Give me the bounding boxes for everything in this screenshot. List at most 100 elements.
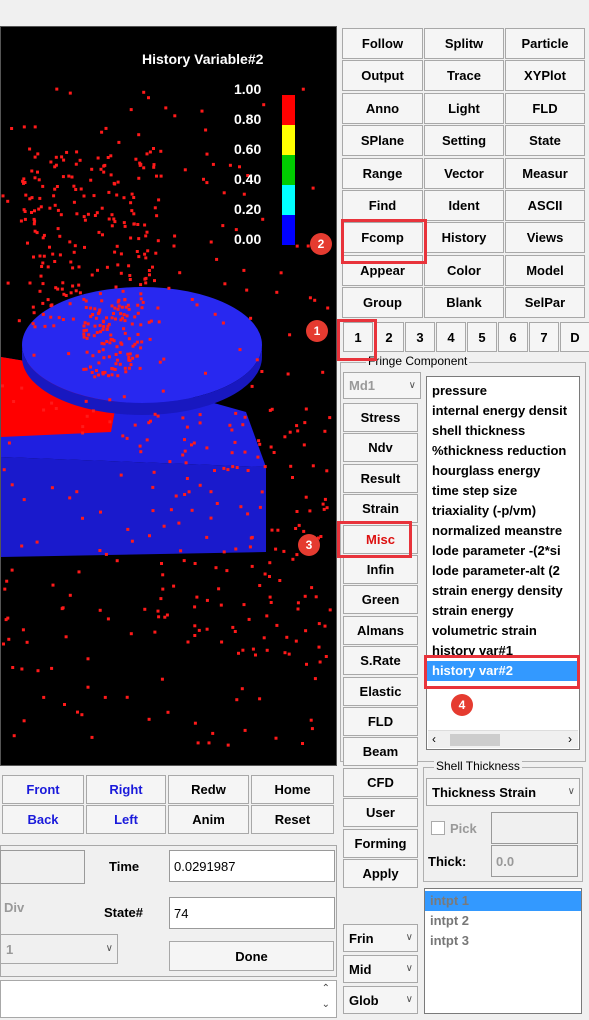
splitw-button[interactable]: Splitw [424,28,504,59]
done-button[interactable]: Done [169,941,334,971]
anno-button[interactable]: Anno [342,92,423,124]
selpar-button[interactable]: SelPar [505,287,585,319]
page-tab-6[interactable]: 6 [498,322,528,352]
page-tab-2[interactable]: 2 [374,322,404,352]
component-item-hourglass-energy[interactable]: hourglass energy [427,461,579,481]
front-view-button[interactable]: Front [2,775,84,804]
almans-button[interactable]: Almans [343,615,418,645]
s-rate-button[interactable]: S.Rate [343,646,418,676]
xyplot-button[interactable]: XYPlot [505,60,585,92]
intpt-item-3[interactable]: intpt 3 [425,931,581,951]
ascii-button[interactable]: ASCII [505,190,585,221]
component-listbox[interactable]: pressure internal energy densit shell thic… [426,376,580,750]
left-view-button[interactable]: Left [86,805,166,834]
forming-button[interactable]: Forming [343,828,418,858]
apply-button[interactable]: Apply [343,859,418,888]
pick-checkbox[interactable] [431,821,445,835]
component-item-lode-parameter-alt-2[interactable]: lode parameter-alt (2 [427,561,579,581]
horizontal-scrollbar[interactable]: ‹ › [428,730,578,748]
time-field[interactable]: 0.0291987 [169,850,335,882]
light-button[interactable]: Light [424,92,504,124]
md-select[interactable]: Md1 ∨ [343,372,421,399]
range-button[interactable]: Range [342,157,423,189]
fld-button[interactable]: FLD [343,707,418,736]
strain-button[interactable]: Strain [343,494,418,524]
views-button[interactable]: Views [505,222,585,254]
back-view-button[interactable]: Back [2,805,84,834]
anim-blank-field[interactable] [0,850,85,884]
cfd-button[interactable]: CFD [343,767,418,797]
intpt-item-2[interactable]: intpt 2 [425,911,581,931]
3d-viewport[interactable]: History Variable#2 1.00 0.80 0.60 0.40 0.20 0… [0,26,337,766]
component-item-time-step-size[interactable]: time step size [427,481,579,501]
measur-button[interactable]: Measur [505,157,585,189]
elastic-button[interactable]: Elastic [343,676,418,706]
scroll-down-icon[interactable]: ⌄ [322,999,330,1010]
model-button[interactable]: Model [505,254,585,286]
splane-button[interactable]: SPlane [342,125,423,157]
page-tab-7[interactable]: 7 [529,322,559,352]
state-field[interactable]: 74 [169,897,335,929]
component-item-volumetric-strain[interactable]: volumetric strain [427,621,579,641]
pick-field[interactable] [491,812,578,844]
blank-button[interactable]: Blank [424,287,504,319]
particle [105,340,109,343]
component-item-strain-energy-density[interactable]: strain energy density [427,581,579,601]
setting-button[interactable]: Setting [424,125,504,157]
fld-button[interactable]: FLD [505,92,585,124]
ndv-button[interactable]: Ndv [343,433,418,463]
page-tab-4[interactable]: 4 [436,322,466,352]
page-tab-d[interactable]: D [560,322,589,352]
component-item-strain-energy[interactable]: strain energy [427,601,579,621]
stress-button[interactable]: Stress [343,403,418,432]
thickness-select[interactable]: Thickness Strain ∨ [426,778,580,806]
redw-view-button[interactable]: Redw [168,775,249,804]
follow-button[interactable]: Follow [342,28,423,59]
trace-button[interactable]: Trace [424,60,504,92]
intpt-item-1[interactable]: intpt 1 [425,891,581,911]
scrollbar-thumb[interactable] [450,734,500,746]
glob-select[interactable]: Glob ∨ [343,986,418,1014]
page-tab-5[interactable]: 5 [467,322,497,352]
div-select[interactable]: 1 ∨ [0,934,118,964]
home-view-button[interactable]: Home [251,775,334,804]
group-button[interactable]: Group [342,287,423,319]
beam-button[interactable]: Beam [343,737,418,767]
find-button[interactable]: Find [342,190,423,221]
anim-view-button[interactable]: Anim [168,805,249,834]
component-item-internal-energy-densit[interactable]: internal energy densit [427,401,579,421]
command-input[interactable]: ⌃ ⌄ [0,980,337,1018]
right-view-button[interactable]: Right [86,775,166,804]
particle [82,215,86,219]
frin-select[interactable]: Frin ∨ [343,924,418,952]
component-item-pressure[interactable]: pressure [427,381,579,401]
user-button[interactable]: User [343,798,418,828]
scroll-right-icon[interactable]: › [568,732,572,746]
intpt-listbox[interactable]: intpt 1 intpt 2 intpt 3 [424,888,582,1014]
output-button[interactable]: Output [342,60,423,92]
scroll-up-icon[interactable]: ⌃ [322,983,330,994]
particle [48,206,52,210]
scroll-left-icon[interactable]: ‹ [432,732,436,746]
state-button[interactable]: State [505,125,585,157]
particle [268,575,271,578]
ident-button[interactable]: Ident [424,190,504,221]
color-button[interactable]: Color [424,254,504,286]
vector-button[interactable]: Vector [424,157,504,189]
particle-button[interactable]: Particle [505,28,585,59]
component-item-thickness-reduction[interactable]: %thickness reduction [427,441,579,461]
component-item-triaxiality-p-vm[interactable]: triaxiality (-p/vm) [427,501,579,521]
mid-select[interactable]: Mid ∨ [343,955,418,983]
particle [140,340,144,344]
reset-view-button[interactable]: Reset [251,805,334,834]
page-tab-3[interactable]: 3 [405,322,435,352]
result-button[interactable]: Result [343,463,418,493]
particle [228,423,232,427]
thick-field[interactable]: 0.0 [491,845,578,877]
component-item-shell-thickness[interactable]: shell thickness [427,421,579,441]
component-item-normalized-meanstre[interactable]: normalized meanstre [427,521,579,541]
infin-button[interactable]: Infin [343,555,418,584]
history-button[interactable]: History [424,222,504,254]
component-item-lode-parameter-2-si[interactable]: lode parameter -(2*si [427,541,579,561]
green-button[interactable]: Green [343,585,418,615]
